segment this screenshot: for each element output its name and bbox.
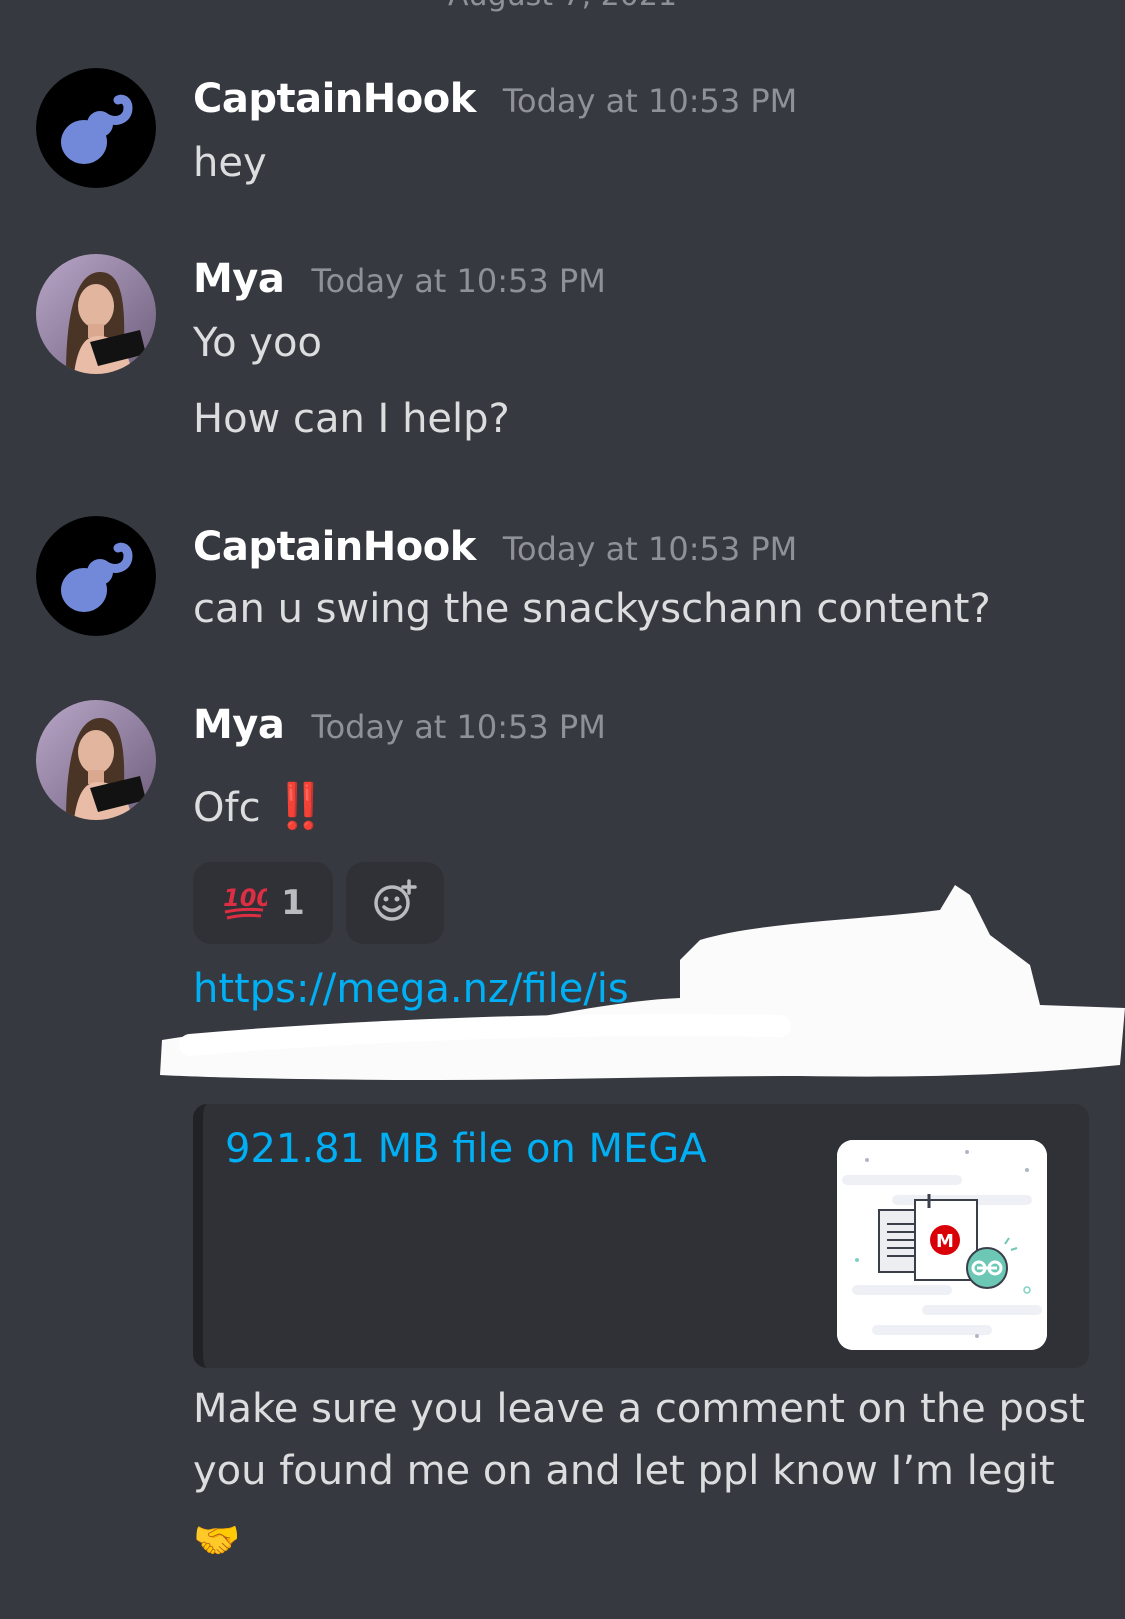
- mega-file-thumbnail-icon: M: [837, 1140, 1047, 1350]
- avatar[interactable]: [36, 516, 156, 636]
- message-text: How can I help?: [193, 396, 510, 442]
- message-text-content: Ofc: [193, 785, 261, 831]
- profile-photo-icon: [36, 700, 156, 820]
- double-exclamation-emoji: ‼️: [273, 781, 328, 832]
- message-text: Yo yoo: [193, 320, 322, 366]
- profile-photo-icon: [36, 254, 156, 374]
- link-embed[interactable]: 921.81 MB file on MEGA M: [193, 1104, 1089, 1368]
- timestamp: Today at 10:53 PM: [311, 708, 606, 746]
- message-text: hey: [193, 140, 267, 186]
- avatar[interactable]: [36, 700, 156, 820]
- message-text: can u swing the snackyschann content?: [193, 586, 991, 632]
- message-text: you found me on and let ppl know I’m leg…: [193, 1448, 1055, 1494]
- username[interactable]: CaptainHook: [193, 76, 476, 122]
- message-header: CaptainHook Today at 10:53 PM: [193, 524, 797, 570]
- message-text: Make sure you leave a comment on the pos…: [193, 1386, 1085, 1432]
- avatar[interactable]: [36, 68, 156, 188]
- username[interactable]: Mya: [193, 702, 285, 748]
- avatar[interactable]: [36, 254, 156, 374]
- username[interactable]: CaptainHook: [193, 524, 476, 570]
- svg-text:M: M: [936, 1231, 954, 1252]
- message-header: CaptainHook Today at 10:53 PM: [193, 76, 797, 122]
- embed-title[interactable]: 921.81 MB file on MEGA: [225, 1126, 707, 1172]
- timestamp: Today at 10:53 PM: [502, 530, 798, 568]
- message-header: Mya Today at 10:53 PM: [193, 256, 606, 302]
- timestamp: Today at 10:53 PM: [502, 82, 798, 120]
- embed-thumbnail[interactable]: M: [837, 1140, 1047, 1350]
- message-header: Mya Today at 10:53 PM: [193, 702, 606, 748]
- blue-hook-icon: [36, 516, 156, 636]
- blue-hook-icon: [36, 68, 156, 188]
- timestamp: Today at 10:53 PM: [311, 262, 606, 300]
- message-text: Ofc ‼️: [193, 780, 328, 832]
- date-divider: August 7, 2021: [0, 0, 1125, 13]
- username[interactable]: Mya: [193, 256, 285, 302]
- redaction-overlay: [160, 880, 1125, 1119]
- handshake-emoji: 🤝: [193, 1518, 241, 1562]
